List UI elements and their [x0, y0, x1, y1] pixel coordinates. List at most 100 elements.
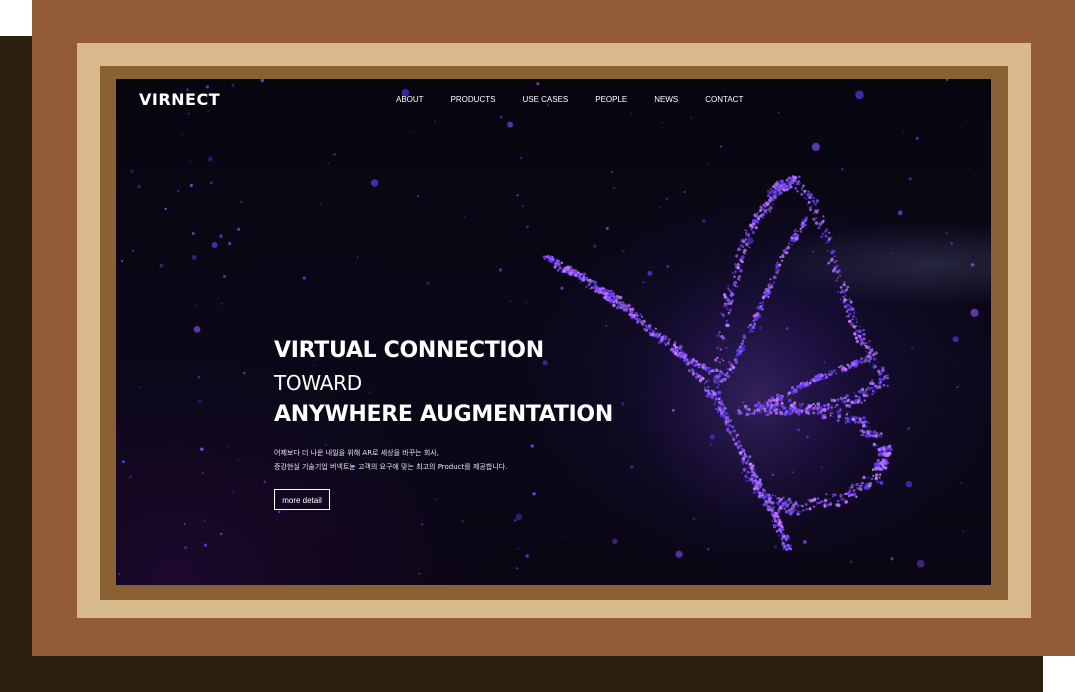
- butterfly-particle: [760, 403, 763, 407]
- butterfly-particle: [830, 257, 834, 262]
- nav-item-about[interactable]: ABOUT: [396, 95, 424, 104]
- butterfly-particle: [860, 434, 863, 436]
- butterfly-particle: [828, 370, 831, 372]
- butterfly-particle: [886, 384, 889, 388]
- butterfly-particle: [614, 298, 619, 302]
- butterfly-particle: [738, 247, 741, 249]
- nav-item-contact[interactable]: CONTACT: [705, 95, 743, 104]
- nav-item-use-cases[interactable]: USE CASES: [522, 95, 568, 104]
- butterfly-particle: [876, 431, 879, 434]
- butterfly-particle: [822, 215, 825, 218]
- butterfly-particle: [833, 494, 837, 497]
- butterfly-particle: [845, 310, 849, 313]
- particle-dot: [327, 162, 329, 164]
- butterfly-particle: [859, 487, 863, 492]
- butterfly-particle: [812, 402, 815, 406]
- butterfly-particle: [770, 396, 774, 400]
- butterfly-particle: [886, 374, 889, 377]
- butterfly-particle: [785, 182, 788, 185]
- butterfly-particle: [769, 282, 771, 284]
- butterfly-particle: [776, 261, 779, 264]
- butterfly-particle: [783, 545, 786, 549]
- butterfly-particle: [828, 373, 831, 376]
- butterfly-particle: [860, 387, 865, 392]
- butterfly-particle: [741, 471, 743, 474]
- butterfly-particle: [569, 271, 572, 275]
- butterfly-particle: [705, 366, 708, 369]
- butterfly-particle: [749, 412, 752, 415]
- butterfly-particle: [788, 242, 791, 245]
- butterfly-particle: [648, 327, 652, 331]
- butterfly-particle: [812, 411, 816, 415]
- butterfly-particle: [745, 412, 750, 417]
- butterfly-particle: [858, 334, 862, 338]
- butterfly-particle: [734, 270, 737, 274]
- more-detail-button[interactable]: more detail: [274, 489, 330, 510]
- butterfly-particle: [831, 412, 833, 415]
- butterfly-particle: [726, 412, 729, 414]
- nav-item-people[interactable]: PEOPLE: [595, 95, 627, 104]
- butterfly-particle: [579, 272, 583, 276]
- butterfly-particle: [800, 403, 802, 405]
- butterfly-particle: [865, 434, 868, 436]
- butterfly-particle: [796, 510, 800, 513]
- butterfly-particle: [770, 413, 772, 415]
- butterfly-particle: [808, 381, 811, 384]
- particle-dot: [232, 491, 234, 493]
- butterfly-particle: [732, 365, 736, 369]
- butterfly-particle: [804, 382, 808, 385]
- butterfly-particle: [771, 508, 774, 512]
- butterfly-particle: [752, 320, 755, 322]
- particle-dot: [226, 447, 228, 449]
- particle-dot: [945, 231, 948, 235]
- butterfly-particle: [794, 186, 798, 191]
- butterfly-particle: [606, 296, 609, 300]
- particle-dot: [278, 510, 281, 514]
- butterfly-particle: [886, 377, 889, 380]
- butterfly-particle: [751, 323, 753, 325]
- butterfly-particle: [767, 199, 770, 202]
- butterfly-particle: [747, 460, 750, 462]
- butterfly-particle: [751, 325, 755, 330]
- particle-dot: [560, 286, 564, 290]
- butterfly-particle: [844, 294, 847, 297]
- site-logo[interactable]: VIRNECT: [139, 90, 220, 109]
- butterfly-particle: [846, 363, 850, 367]
- butterfly-particle: [779, 408, 781, 410]
- butterfly-particle: [627, 304, 631, 308]
- nav-item-products[interactable]: PRODUCTS: [451, 95, 496, 104]
- butterfly-particle: [722, 419, 725, 421]
- butterfly-particle: [753, 413, 756, 416]
- butterfly-particle: [726, 372, 729, 375]
- butterfly-particle: [582, 278, 586, 282]
- nav-item-news[interactable]: NEWS: [654, 95, 678, 104]
- particle-dot: [191, 255, 197, 260]
- butterfly-particle: [718, 374, 721, 378]
- butterfly-particle: [792, 505, 796, 508]
- butterfly-particle: [877, 448, 881, 451]
- butterfly-particle: [865, 425, 868, 428]
- particle-dot: [803, 540, 807, 544]
- butterfly-particle: [780, 401, 784, 405]
- butterfly-particle: [801, 225, 804, 229]
- butterfly-particle: [733, 280, 738, 285]
- butterfly-particle: [728, 308, 732, 312]
- butterfly-particle: [731, 271, 734, 274]
- butterfly-particle: [781, 503, 785, 507]
- particle-dot: [897, 210, 903, 216]
- butterfly-particle: [577, 273, 580, 276]
- butterfly-particle: [734, 442, 738, 446]
- butterfly-particle: [868, 482, 873, 486]
- butterfly-particle: [863, 337, 866, 341]
- particle-dot: [532, 492, 536, 496]
- butterfly-particle: [704, 383, 706, 385]
- particle-dot: [197, 376, 201, 379]
- butterfly-particle: [872, 468, 875, 471]
- butterfly-particle: [775, 270, 779, 275]
- hero-title-line1: VIRTUAL CONNECTION: [274, 338, 544, 363]
- butterfly-particle: [759, 493, 761, 495]
- butterfly-particle: [855, 495, 858, 498]
- butterfly-particle: [787, 497, 792, 502]
- butterfly-particle: [785, 504, 789, 508]
- butterfly-particle: [782, 249, 786, 253]
